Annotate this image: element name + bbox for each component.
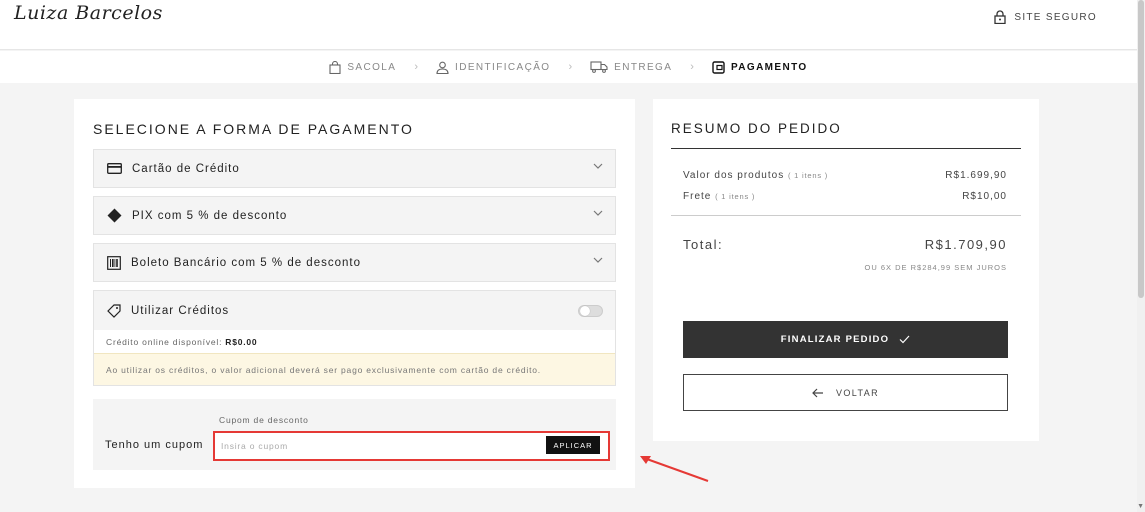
- finalize-order-button[interactable]: FINALIZAR PEDIDO: [683, 321, 1008, 358]
- apply-coupon-button[interactable]: APLICAR: [546, 436, 600, 454]
- use-credits-toggle[interactable]: [578, 305, 603, 317]
- back-label: VOLTAR: [835, 387, 880, 398]
- step-payment[interactable]: PAGAMENTO: [712, 60, 808, 74]
- use-credits-label: Utilizar Créditos: [131, 304, 230, 317]
- installments-info: OU 6X DE R$284,99 SEM JUROS: [864, 263, 1007, 272]
- divider: [671, 215, 1021, 216]
- shipping-value: R$10,00: [962, 191, 1007, 202]
- use-credits-header[interactable]: Utilizar Créditos: [94, 291, 615, 330]
- use-credits-section: Utilizar Créditos Crédito online disponí…: [93, 290, 616, 386]
- order-summary-title: RESUMO DO PEDIDO: [671, 121, 842, 136]
- back-button[interactable]: VOLTAR: [683, 374, 1008, 411]
- coupon-field-highlight: APLICAR: [213, 431, 610, 461]
- step-label: PAGAMENTO: [730, 61, 808, 73]
- chevron-down-icon: [593, 257, 603, 263]
- step-label: SACOLA: [347, 61, 397, 73]
- page-scrollbar[interactable]: ▼: [1137, 0, 1145, 512]
- total-value: R$1.709,90: [924, 237, 1007, 252]
- arrow-left-icon: [812, 388, 823, 397]
- secure-site-label: SITE SEGURO: [1014, 11, 1097, 23]
- credit-available: Crédito online disponível: R$0.00: [94, 330, 615, 353]
- chevron-right-icon: ›: [690, 61, 694, 73]
- order-summary-card: RESUMO DO PEDIDO Valor dos produtos ( 1 …: [653, 99, 1039, 441]
- shipping-label: Frete: [683, 191, 712, 202]
- payment-method-label: PIX com 5 % de desconto: [132, 209, 288, 222]
- scrollbar-thumb[interactable]: [1138, 0, 1144, 298]
- tag-icon: [107, 303, 121, 318]
- chevron-down-icon: [593, 163, 603, 169]
- check-icon: [899, 335, 910, 344]
- wallet-icon: [712, 60, 725, 74]
- coupon-caption: Cupom de desconto: [219, 415, 309, 425]
- step-label: IDENTIFICAÇÃO: [455, 61, 551, 73]
- coupon-label: Tenho um cupom: [105, 439, 204, 451]
- credit-available-value: R$0.00: [225, 336, 258, 347]
- coupon-section: Cupom de desconto Tenho um cupom APLICAR: [93, 399, 616, 470]
- payment-method-pix[interactable]: PIX com 5 % de desconto: [93, 196, 616, 235]
- payment-title: SELECIONE A FORMA DE PAGAMENTO: [93, 121, 414, 137]
- barcode-icon: [107, 255, 121, 270]
- scroll-down-icon[interactable]: ▼: [1137, 503, 1144, 510]
- chevron-right-icon: ›: [414, 61, 419, 73]
- shipping-label-group: Frete ( 1 itens ): [683, 191, 755, 202]
- products-value-row: Valor dos produtos ( 1 itens ) R$1.699,9…: [683, 170, 1007, 181]
- payment-method-label: Boleto Bancário com 5 % de desconto: [131, 256, 361, 269]
- step-identification[interactable]: IDENTIFICAÇÃO: [436, 61, 550, 74]
- products-label: Valor dos produtos: [683, 170, 785, 181]
- chevron-right-icon: ›: [568, 61, 573, 73]
- user-icon: [436, 61, 449, 74]
- step-label: ENTREGA: [614, 61, 673, 73]
- shipping-count: ( 1 itens ): [715, 192, 756, 201]
- payment-method-boleto[interactable]: Boleto Bancário com 5 % de desconto: [93, 243, 616, 282]
- step-bag[interactable]: SACOLA: [329, 60, 397, 74]
- credit-card-icon: [107, 163, 122, 174]
- credit-note: Ao utilizar os créditos, o valor adicion…: [94, 353, 615, 385]
- brand-logo[interactable]: Luiza Barcelos: [14, 2, 163, 24]
- annotation-arrow: [640, 456, 709, 482]
- payment-method-credit-card[interactable]: Cartão de Crédito: [93, 149, 616, 188]
- total-label: Total:: [683, 237, 724, 252]
- coupon-input[interactable]: [221, 439, 541, 453]
- products-label-group: Valor dos produtos ( 1 itens ): [683, 170, 828, 181]
- total-row: Total: R$1.709,90: [683, 237, 1007, 252]
- products-count: ( 1 itens ): [787, 171, 829, 180]
- secure-site-indicator: SITE SEGURO: [994, 10, 1097, 24]
- toggle-knob: [580, 306, 590, 316]
- bag-icon: [329, 60, 341, 74]
- finalize-order-label: FINALIZAR PEDIDO: [780, 334, 890, 345]
- checkout-steps: SACOLA › IDENTIFICAÇÃO › ENTREGA › PAGAM…: [0, 51, 1137, 83]
- products-value: R$1.699,90: [945, 170, 1007, 181]
- credit-available-label: Crédito online disponível:: [106, 336, 223, 347]
- shipping-row: Frete ( 1 itens ) R$10,00: [683, 191, 1007, 202]
- lock-icon: [994, 10, 1006, 24]
- top-bar: Luiza Barcelos SITE SEGURO: [0, 0, 1137, 50]
- step-delivery[interactable]: ENTREGA: [590, 61, 672, 73]
- divider: [671, 148, 1021, 149]
- payment-method-label: Cartão de Crédito: [132, 162, 240, 175]
- truck-icon: [590, 61, 608, 73]
- chevron-down-icon: [593, 210, 603, 216]
- pix-icon: [107, 208, 122, 223]
